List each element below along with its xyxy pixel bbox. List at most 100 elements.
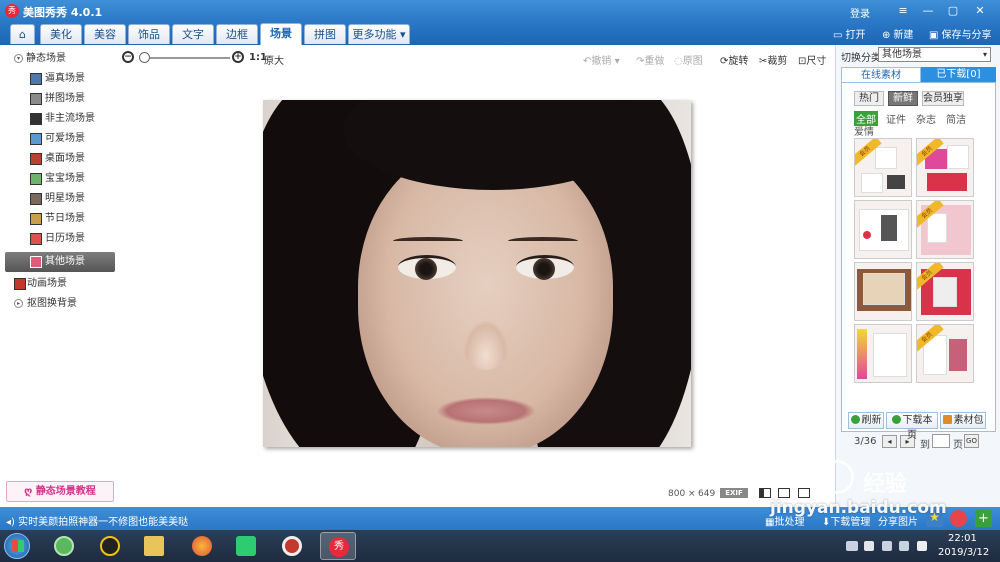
windows-taskbar: 秀 22:01 2019/3/12 xyxy=(0,530,1000,562)
close-button[interactable]: ✕ xyxy=(972,3,988,19)
image-times: × xyxy=(688,489,696,499)
expand-icon[interactable]: ▸ xyxy=(14,299,23,308)
tray-ime-icon[interactable] xyxy=(917,541,927,551)
material-thumbnail[interactable]: 会员 xyxy=(916,200,974,259)
clock-date[interactable]: 2019/3/12 xyxy=(938,547,989,558)
undo-button[interactable]: ↶撤销 ▾ xyxy=(583,52,620,67)
sidebar-item-non-mainstream[interactable]: 非主流场景 xyxy=(0,109,118,129)
tray-usb-icon[interactable] xyxy=(864,541,874,551)
clock-time[interactable]: 22:01 xyxy=(948,533,977,544)
sidebar-item-puzzle[interactable]: 拼图场景 xyxy=(0,89,118,109)
record-icon xyxy=(282,536,302,556)
thumb-card xyxy=(873,333,907,377)
page-indicator: 3/36 xyxy=(854,436,877,447)
sidebar-item-cute[interactable]: 可爱场景 xyxy=(0,129,118,149)
zoom-out-icon[interactable]: − xyxy=(122,51,134,63)
prev-page-button[interactable]: ◂ xyxy=(882,435,897,448)
sidebar-item-desktop[interactable]: 桌面场景 xyxy=(0,149,118,169)
crop-button[interactable]: ✂裁剪 xyxy=(759,52,787,67)
tray-volume-icon[interactable] xyxy=(899,541,909,551)
restore-original-button[interactable]: ◌原图 xyxy=(674,52,703,67)
status-tip-label: 实时美颜拍照神器一不修图也能美美哒 xyxy=(18,517,189,528)
sidebar-item-realistic[interactable]: 逼真场景 xyxy=(0,69,118,89)
resize-button[interactable]: ⊡尺寸 xyxy=(798,52,826,67)
tab-text[interactable]: 文字 xyxy=(172,24,214,44)
scene-thumb-icon xyxy=(30,233,42,245)
category-select-value: 其他场景 xyxy=(882,49,922,60)
maximize-button[interactable]: ▢ xyxy=(945,3,961,19)
minimize-button[interactable]: — xyxy=(920,3,936,19)
new-button[interactable]: ⊕ 新建 xyxy=(882,26,913,41)
subtab-hot[interactable]: 热门 xyxy=(854,91,884,106)
tab-home[interactable]: ⌂ xyxy=(10,24,35,44)
subtab-fresh[interactable]: 新鲜 xyxy=(888,91,918,106)
taskbar-app-recorder[interactable] xyxy=(274,532,310,560)
photo-canvas[interactable] xyxy=(263,100,691,447)
page-number-input[interactable] xyxy=(932,434,950,448)
material-thumbnail[interactable]: 会员 xyxy=(916,138,974,197)
rotate-button[interactable]: ⟳旋转 xyxy=(720,52,748,67)
tab-beauty[interactable]: 美容 xyxy=(84,24,126,44)
material-thumbnail[interactable]: 会员 xyxy=(916,262,974,321)
filter-simple[interactable]: 简洁 xyxy=(946,111,966,126)
filter-love[interactable]: 爱情 xyxy=(854,123,874,138)
chevron-down-icon: ▾ xyxy=(982,50,987,59)
taskbar-app-explorer[interactable] xyxy=(136,532,172,560)
status-tip[interactable]: ◂) 实时美颜拍照神器一不修图也能美美哒 xyxy=(6,513,188,528)
filter-magazine[interactable]: 杂志 xyxy=(916,111,936,126)
tab-beautify[interactable]: 美化 xyxy=(40,24,82,44)
taskbar-app-firefox[interactable] xyxy=(184,532,220,560)
filter-id[interactable]: 证件 xyxy=(886,111,906,126)
sidebar-item-baby[interactable]: 宝宝场景 xyxy=(0,169,118,189)
tree-cutout-background[interactable]: ▸ 抠图换背景 xyxy=(0,294,118,314)
refresh-button[interactable]: 刷新 xyxy=(848,412,884,429)
go-button[interactable]: GO xyxy=(964,434,979,448)
material-thumbnail[interactable] xyxy=(854,262,912,321)
taskbar-app-qq[interactable] xyxy=(92,532,128,560)
tab-puzzle[interactable]: 拼图 xyxy=(304,24,346,44)
scene-thumb-icon xyxy=(30,213,42,225)
taskbar-app-360[interactable] xyxy=(46,532,82,560)
sidebar-item-calendar[interactable]: 日历场景 xyxy=(0,229,118,249)
login-link[interactable]: 登录 xyxy=(850,5,870,20)
static-scene-tutorial-button[interactable]: ღ 静态场景教程 xyxy=(6,481,114,502)
redo-button[interactable]: ↷重做 xyxy=(636,52,664,67)
zoom-slider-thumb[interactable] xyxy=(139,52,150,63)
page-unit-label: 页 xyxy=(953,440,963,451)
original-size-button[interactable]: 原大 xyxy=(264,52,284,67)
tree-animated-scene[interactable]: 动画场景 xyxy=(0,274,118,294)
sidebar-item-star[interactable]: 明星场景 xyxy=(0,189,118,209)
tray-keyboard-icon[interactable] xyxy=(846,541,858,551)
zoom-in-icon[interactable]: + xyxy=(232,51,244,63)
tray-network-icon[interactable] xyxy=(882,541,892,551)
tab-accessories[interactable]: 饰品 xyxy=(128,24,170,44)
material-pack-button[interactable]: 素材包 xyxy=(940,412,986,429)
tab-downloaded[interactable]: 已下载[0] xyxy=(921,67,996,82)
exif-button[interactable]: EXIF xyxy=(720,488,748,498)
menu-icon[interactable]: ≡ xyxy=(895,3,911,19)
sidebar-item-label: 可爱场景 xyxy=(45,133,85,144)
tab-frame[interactable]: 边框 xyxy=(216,24,258,44)
taskbar-app-meitu[interactable]: 秀 xyxy=(320,532,356,560)
sidebar-item-holiday[interactable]: 节日场景 xyxy=(0,209,118,229)
thumb-accent xyxy=(881,215,897,241)
save-share-button[interactable]: ▣ 保存与分享 xyxy=(929,26,991,41)
material-thumbnail[interactable] xyxy=(854,200,912,259)
taskbar-app-video[interactable] xyxy=(228,532,264,560)
collapse-icon[interactable]: ▾ xyxy=(14,54,23,63)
tab-online-material[interactable]: 在线素材 xyxy=(841,67,921,82)
material-thumbnail[interactable]: 会员 xyxy=(916,324,974,383)
tree-static-scene[interactable]: ▾ 静态场景 xyxy=(0,49,118,69)
zoom-slider-track[interactable] xyxy=(140,57,230,59)
open-button[interactable]: ▭ 打开 xyxy=(833,26,865,41)
material-thumbnail[interactable] xyxy=(854,324,912,383)
tab-more-functions[interactable]: 更多功能 ▾ xyxy=(348,24,410,44)
category-select[interactable]: 其他场景 ▾ xyxy=(878,47,991,62)
tab-scene[interactable]: 场景 xyxy=(260,23,302,45)
material-thumbnail[interactable]: 会员 xyxy=(854,138,912,197)
download-page-button[interactable]: 下载本页 xyxy=(886,412,938,441)
sidebar-item-other[interactable]: 其他场景 xyxy=(5,252,115,272)
subtab-vip[interactable]: 会员独享 xyxy=(922,91,964,106)
start-button[interactable] xyxy=(4,533,30,559)
thumb-card xyxy=(947,145,969,169)
